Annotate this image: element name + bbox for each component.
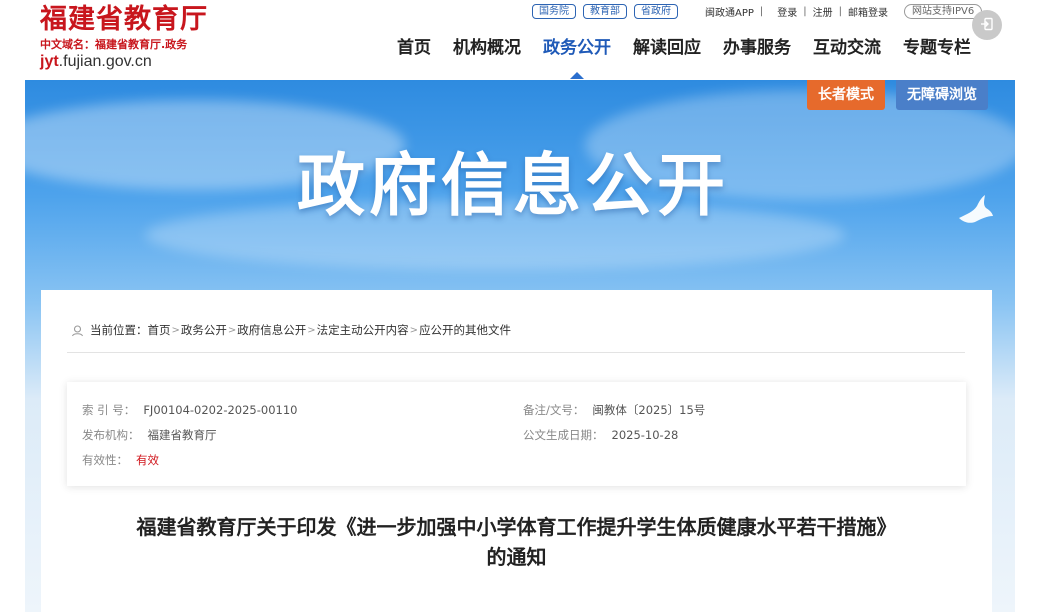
link-app[interactable]: 闽政通APP (705, 4, 754, 19)
meta-docno: 备注/文号： 闽教体〔2025〕15号 (523, 402, 705, 418)
login-floating-button[interactable] (972, 10, 1002, 40)
meta-date-value: 2025-10-28 (611, 428, 679, 442)
breadcrumb-separator: > (307, 324, 316, 336)
breadcrumb-home[interactable]: 首页 (148, 322, 171, 338)
breadcrumb-statutory[interactable]: 法定主动公开内容 (317, 322, 409, 338)
meta-publisher-value: 福建省教育厅 (147, 428, 217, 442)
banner-title: 政府信息公开 (297, 147, 730, 226)
meta-publisher-label: 发布机构： (82, 428, 140, 442)
breadcrumb-separator: > (227, 324, 237, 336)
link-login[interactable]: 登录 (777, 4, 797, 19)
meta-index-label: 索 引 号： (82, 403, 136, 417)
link-mail-login[interactable]: 邮箱登录 (848, 4, 888, 19)
meta-index: 索 引 号： FJ00104-0202-2025-00110 (82, 402, 297, 418)
nav-gov-affairs[interactable]: 政务公开 (543, 36, 611, 79)
meta-validity: 有效性： 有效 (82, 452, 159, 468)
divider (67, 352, 965, 353)
link-state-council[interactable]: 国务院 (532, 3, 576, 19)
nav-topics[interactable]: 专题专栏 (903, 36, 971, 60)
breadcrumb-gov-info[interactable]: 政府信息公开 (237, 322, 306, 338)
link-ministry-education[interactable]: 教育部 (583, 3, 627, 19)
main-nav: 首页 机构概况 政务公开 解读回应 办事服务 互动交流 专题专栏 (397, 36, 971, 79)
site-logo[interactable]: 福建省教育厅 中文域名：福建省教育厅.政务 jyt.fujian.gov.cn (40, 4, 208, 72)
ipv6-badge: 网站支持IPV6 (904, 3, 983, 19)
divider: | (838, 5, 843, 17)
nav-home[interactable]: 首页 (397, 36, 431, 60)
accessible-mode-button[interactable]: 无障碍浏览 (896, 80, 988, 110)
meta-publisher: 发布机构： 福建省教育厅 (82, 427, 217, 443)
meta-validity-value: 有效 (136, 453, 159, 467)
divider: | (759, 5, 764, 17)
nav-organization[interactable]: 机构概况 (453, 36, 521, 60)
elder-mode-button[interactable]: 长者模式 (807, 80, 885, 110)
nav-interpretation[interactable]: 解读回应 (633, 36, 701, 60)
meta-docno-value: 闽教体〔2025〕15号 (592, 403, 706, 417)
site-url-highlight: jyt (40, 53, 59, 70)
document-title-line-1: 福建省教育厅关于印发《进一步加强中小学体育工作提升学生体质健康水平若干措施》 (136, 515, 897, 539)
breadcrumb: 当前位置： 首页 > 政务公开 > 政府信息公开 > 法定主动公开内容 > 应公… (71, 322, 511, 338)
dove-icon (955, 192, 995, 236)
location-icon (71, 324, 84, 337)
nav-services[interactable]: 办事服务 (723, 36, 791, 60)
meta-index-value: FJ00104-0202-2025-00110 (143, 403, 298, 417)
document-title-line-2: 的通知 (486, 545, 547, 569)
site-url: jyt.fujian.gov.cn (40, 52, 208, 72)
content-card: 当前位置： 首页 > 政务公开 > 政府信息公开 > 法定主动公开内容 > 应公… (41, 290, 992, 612)
document-title: 福建省教育厅关于印发《进一步加强中小学体育工作提升学生体质健康水平若干措施》 的… (41, 512, 992, 572)
site-name: 福建省教育厅 (40, 4, 208, 35)
meta-validity-label: 有效性： (82, 453, 128, 467)
breadcrumb-separator: > (409, 324, 419, 336)
site-url-rest: .fujian.gov.cn (58, 53, 152, 70)
breadcrumb-gov-affairs[interactable]: 政务公开 (181, 322, 227, 338)
login-icon (980, 16, 994, 35)
breadcrumb-other-files[interactable]: 应公开的其他文件 (419, 322, 511, 338)
breadcrumb-separator: > (171, 324, 180, 336)
divider: | (803, 5, 807, 17)
document-meta-panel: 索 引 号： FJ00104-0202-2025-00110 备注/文号： 闽教体〔… (67, 382, 966, 486)
site-header: 福建省教育厅 中文域名：福建省教育厅.政务 jyt.fujian.gov.cn … (0, 0, 1041, 80)
meta-docno-label: 备注/文号： (523, 403, 585, 417)
meta-date-label: 公文生成日期： (523, 428, 604, 442)
link-register[interactable]: 注册 (813, 4, 833, 19)
meta-date: 公文生成日期： 2025-10-28 (523, 427, 678, 443)
top-links-bar: 国务院 教育部 省政府 闽政通APP | 登录 | 注册 | 邮箱登录 网站支持… (532, 3, 983, 19)
breadcrumb-prefix: 当前位置： (90, 323, 148, 337)
link-province-gov[interactable]: 省政府 (634, 3, 678, 19)
site-domain-line: 中文域名：福建省教育厅.政务 (40, 38, 188, 51)
nav-interaction[interactable]: 互动交流 (813, 36, 881, 60)
